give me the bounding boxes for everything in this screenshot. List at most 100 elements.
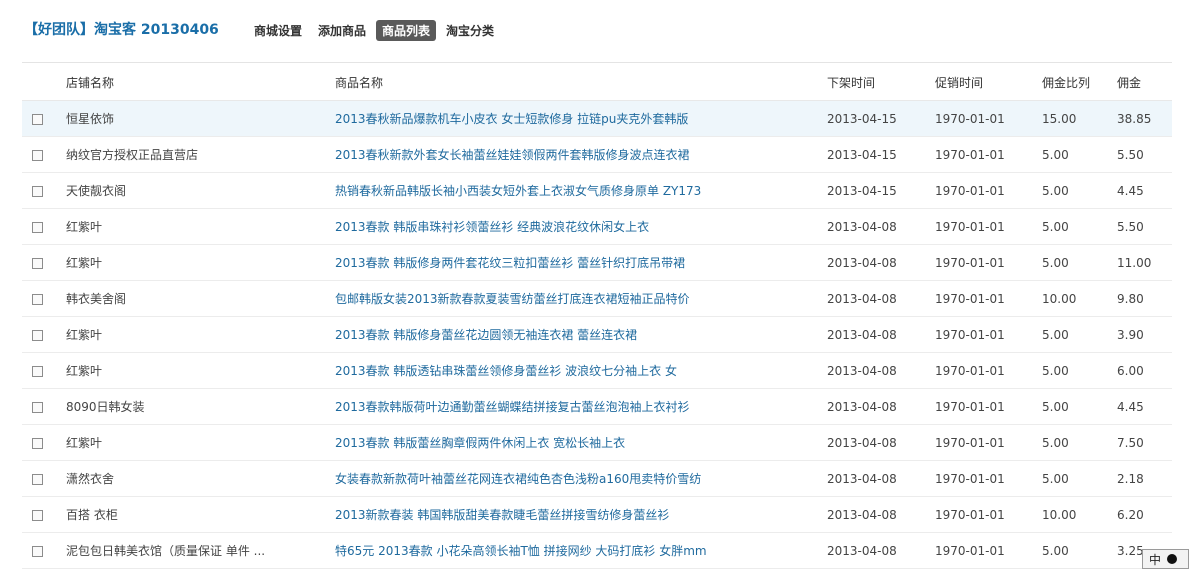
commission-rate-cell: 5.00 (1030, 244, 1105, 281)
nav-item-2[interactable]: 商品列表 (376, 20, 437, 41)
down-time-cell: 2013-04-08 (815, 280, 923, 317)
shop-name-cell: 天使靓衣阁 (54, 172, 323, 209)
table-row: 红紫叶 2013春款 韩版透钻串珠蕾丝领修身蕾丝衫 波浪纹七分袖上衣 女 2013-… (22, 352, 1172, 389)
row-checkbox[interactable] (32, 473, 43, 485)
product-name-link[interactable]: 女装春款新款荷叶袖蕾丝花网连衣裙纯色杏色浅粉a160甩卖特价雪纺 (323, 460, 815, 497)
top-nav: 商城设置 添加商品 商品列表 淘宝分类 (248, 20, 500, 41)
row-checkbox-cell (22, 424, 54, 461)
row-checkbox[interactable] (32, 149, 43, 161)
commission-rate-cell: 5.00 (1030, 532, 1105, 569)
down-time-cell: 2013-04-15 (815, 100, 923, 137)
product-name-link[interactable]: 2013春款 韩版透钻串珠蕾丝领修身蕾丝衫 波浪纹七分袖上衣 女 (323, 352, 815, 389)
commission-rate-cell: 5.00 (1030, 316, 1105, 353)
product-name-link[interactable]: 热销春秋新品韩版长袖小西装女短外套上衣淑女气质修身原单 ZY173 (323, 172, 815, 209)
promo-time-cell: 1970-01-01 (923, 496, 1030, 533)
row-checkbox[interactable] (32, 257, 43, 269)
column-header-shop: 店铺名称 (54, 64, 323, 101)
promo-time-cell: 1970-01-01 (923, 388, 1030, 425)
row-checkbox[interactable] (32, 365, 43, 377)
row-checkbox[interactable] (32, 329, 43, 341)
table-row: 天使靓衣阁 热销春秋新品韩版长袖小西装女短外套上衣淑女气质修身原单 ZY173 20… (22, 172, 1172, 209)
commission-rate-cell: 5.00 (1030, 388, 1105, 425)
down-time-cell: 2013-04-08 (815, 496, 923, 533)
ime-status-bar[interactable]: 中 (1142, 549, 1189, 569)
commission-cell: 38.85 (1105, 100, 1172, 137)
table-header-row: 店铺名称 商品名称 下架时间 促销时间 佣金比列 佣金 (22, 64, 1172, 101)
shop-name-cell: 红紫叶 (54, 352, 323, 389)
table-row: 泥包包日韩美衣馆（质量保证 单件 ... 特65元 2013春款 小花朵高领长袖T… (22, 532, 1172, 569)
commission-cell: 11.00 (1105, 244, 1172, 281)
down-time-cell: 2013-04-15 (815, 136, 923, 173)
row-checkbox[interactable] (32, 185, 43, 197)
ime-mode-label[interactable]: 中 (1149, 551, 1161, 568)
row-checkbox[interactable] (32, 113, 43, 125)
commission-cell: 4.45 (1105, 388, 1172, 425)
promo-time-cell: 1970-01-01 (923, 352, 1030, 389)
shop-name-cell: 百搭 衣柜 (54, 496, 323, 533)
commission-cell: 3.90 (1105, 316, 1172, 353)
shop-name-cell: 泥包包日韩美衣馆（质量保证 单件 ... (54, 532, 323, 569)
row-checkbox[interactable] (32, 221, 43, 233)
promo-time-cell: 1970-01-01 (923, 244, 1030, 281)
row-checkbox-cell (22, 316, 54, 353)
down-time-cell: 2013-04-15 (815, 172, 923, 209)
down-time-cell: 2013-04-08 (815, 424, 923, 461)
product-name-link[interactable]: 2013春款 韩版蕾丝胸章假两件休闲上衣 宽松长袖上衣 (323, 424, 815, 461)
product-table: 店铺名称 商品名称 下架时间 促销时间 佣金比列 佣金 恒星依饰 2013春秋新品… (22, 64, 1172, 569)
product-name-link[interactable]: 2013春款韩版荷叶边通勤蕾丝蝴蝶结拼接复古蕾丝泡泡袖上衣衬衫 (323, 388, 815, 425)
product-name-link[interactable]: 2013新款春装 韩国韩版甜美春款睫毛蕾丝拼接雪纺修身蕾丝衫 (323, 496, 815, 533)
column-header-product: 商品名称 (323, 64, 815, 101)
table-row: 8090日韩女装 2013春款韩版荷叶边通勤蕾丝蝴蝶结拼接复古蕾丝泡泡袖上衣衬衫 2… (22, 388, 1172, 425)
row-checkbox[interactable] (32, 293, 43, 305)
promo-time-cell: 1970-01-01 (923, 100, 1030, 137)
commission-cell: 6.00 (1105, 352, 1172, 389)
row-checkbox-cell (22, 460, 54, 497)
column-header-promo-time: 促销时间 (923, 64, 1030, 101)
commission-cell: 5.50 (1105, 136, 1172, 173)
nav-item-3[interactable]: 淘宝分类 (440, 20, 500, 41)
table-row: 恒星依饰 2013春秋新品爆款机车小皮衣 女士短款修身 拉链pu夹克外套韩版 201… (22, 100, 1172, 137)
promo-time-cell: 1970-01-01 (923, 172, 1030, 209)
commission-rate-cell: 5.00 (1030, 352, 1105, 389)
row-checkbox-cell (22, 280, 54, 317)
product-name-link[interactable]: 2013春秋新款外套女长袖蕾丝娃娃领假两件套韩版修身波点连衣裙 (323, 136, 815, 173)
nav-item-0[interactable]: 商城设置 (248, 20, 308, 41)
product-name-link[interactable]: 2013春款 韩版修身两件套花纹三粒扣蕾丝衫 蕾丝针织打底吊带裙 (323, 244, 815, 281)
shop-name-cell: 恒星依饰 (54, 100, 323, 137)
row-checkbox-cell (22, 172, 54, 209)
down-time-cell: 2013-04-08 (815, 460, 923, 497)
commission-rate-cell: 5.00 (1030, 172, 1105, 209)
commission-cell: 6.20 (1105, 496, 1172, 533)
ime-dot-icon[interactable] (1167, 554, 1178, 564)
product-name-link[interactable]: 包邮韩版女装2013新款春款夏装雪纺蕾丝打底连衣裙短袖正品特价 (323, 280, 815, 317)
shop-name-cell: 纳纹官方授权正品直营店 (54, 136, 323, 173)
promo-time-cell: 1970-01-01 (923, 424, 1030, 461)
table-row: 纳纹官方授权正品直营店 2013春秋新款外套女长袖蕾丝娃娃领假两件套韩版修身波点连… (22, 136, 1172, 173)
shop-name-cell: 潇然衣舍 (54, 460, 323, 497)
down-time-cell: 2013-04-08 (815, 532, 923, 569)
promo-time-cell: 1970-01-01 (923, 208, 1030, 245)
commission-cell: 4.45 (1105, 172, 1172, 209)
commission-rate-cell: 15.00 (1030, 100, 1105, 137)
commission-rate-cell: 5.00 (1030, 208, 1105, 245)
table-row: 红紫叶 2013春款 韩版修身蕾丝花边圆领无袖连衣裙 蕾丝连衣裙 2013-04-0… (22, 316, 1172, 353)
product-name-link[interactable]: 特65元 2013春款 小花朵高领长袖T恤 拼接网纱 大码打底衫 女胖mm (323, 532, 815, 569)
row-checkbox[interactable] (32, 437, 43, 449)
row-checkbox[interactable] (32, 545, 43, 557)
row-checkbox[interactable] (32, 509, 43, 521)
product-name-link[interactable]: 2013春秋新品爆款机车小皮衣 女士短款修身 拉链pu夹克外套韩版 (323, 100, 815, 137)
commission-rate-cell: 10.00 (1030, 280, 1105, 317)
column-header-down-time: 下架时间 (815, 64, 923, 101)
commission-rate-cell: 5.00 (1030, 136, 1105, 173)
commission-rate-cell: 10.00 (1030, 496, 1105, 533)
product-table-container: 店铺名称 商品名称 下架时间 促销时间 佣金比列 佣金 恒星依饰 2013春秋新品… (22, 64, 1172, 569)
promo-time-cell: 1970-01-01 (923, 136, 1030, 173)
table-row: 红紫叶 2013春款 韩版修身两件套花纹三粒扣蕾丝衫 蕾丝针织打底吊带裙 2013-… (22, 244, 1172, 281)
product-name-link[interactable]: 2013春款 韩版串珠衬衫领蕾丝衫 经典波浪花纹休闲女上衣 (323, 208, 815, 245)
product-name-link[interactable]: 2013春款 韩版修身蕾丝花边圆领无袖连衣裙 蕾丝连衣裙 (323, 316, 815, 353)
row-checkbox[interactable] (32, 401, 43, 413)
shop-name-cell: 韩衣美舍阁 (54, 280, 323, 317)
row-checkbox-cell (22, 496, 54, 533)
nav-item-1[interactable]: 添加商品 (312, 20, 372, 41)
commission-rate-cell: 5.00 (1030, 460, 1105, 497)
